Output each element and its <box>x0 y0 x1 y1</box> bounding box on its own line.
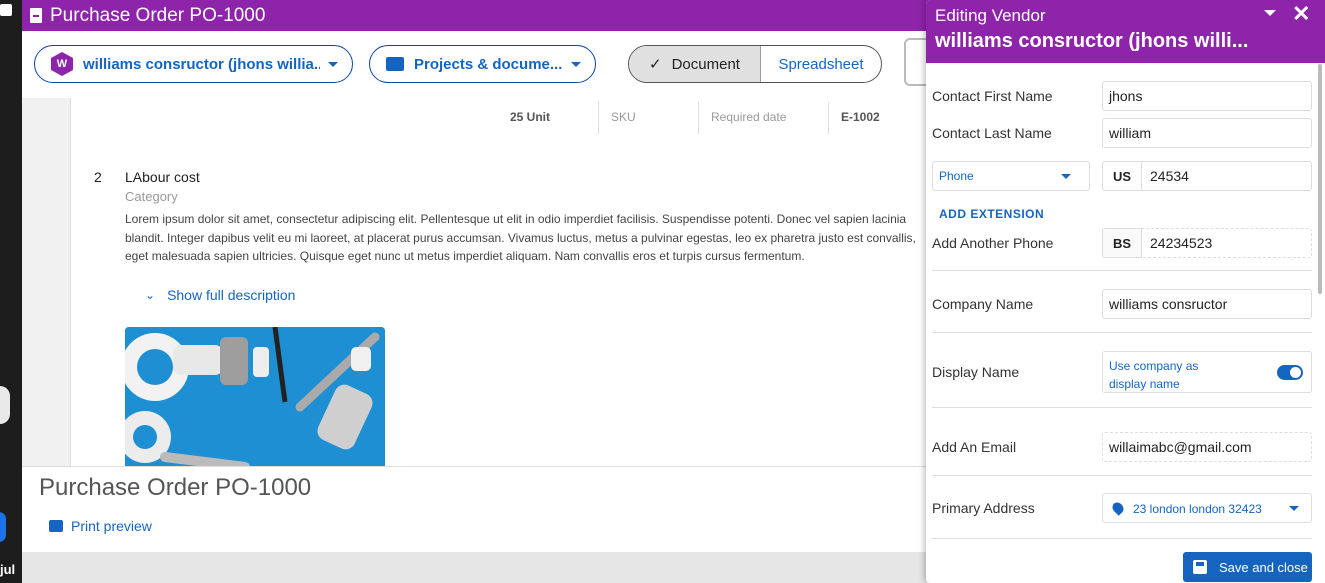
divider <box>932 475 1312 476</box>
line-description: Lorem ipsum dolor sit amet, consectetur … <box>125 212 916 263</box>
divider <box>932 332 1312 333</box>
line-qty: 25 Unit <box>510 110 551 124</box>
use-company-label: Use company as display name <box>1109 359 1199 391</box>
document-footer: Purchase Order PO-1000 Print preview <box>22 466 932 552</box>
taskbar-app-icon[interactable] <box>0 4 12 16</box>
line-code: E-1002 <box>841 110 880 124</box>
vendor-avatar-icon: W <box>51 52 73 76</box>
close-icon[interactable]: ✕ <box>1292 1 1310 27</box>
edit-vendor-panel: Editing Vendor williams consructor (jhon… <box>926 0 1325 583</box>
column-divider <box>828 102 829 134</box>
contact-last-name-input[interactable]: william <box>1102 118 1312 148</box>
line-category: Category <box>125 189 178 204</box>
contact-last-name-label: Contact Last Name <box>932 125 1052 141</box>
printer-icon <box>49 520 63 532</box>
primary-address-select[interactable]: 23 london london 32423 <box>1102 493 1312 523</box>
phone-type-label: Phone <box>939 169 974 183</box>
email-input[interactable]: willaimabc@gmail.com <box>1102 432 1312 462</box>
taskbar-label: jul <box>0 562 16 577</box>
vendor-select-label: williams consructor (jhons willia... <box>83 55 320 73</box>
chevron-down-icon <box>1289 506 1299 511</box>
contact-first-name-input[interactable]: jhons <box>1102 81 1312 111</box>
use-company-toggle[interactable]: Use company as display name <box>1102 351 1312 393</box>
check-icon: ✓ <box>649 56 662 73</box>
chevron-down-icon <box>571 61 581 67</box>
document-view-button[interactable]: ✓ Document <box>629 46 761 82</box>
save-icon <box>1193 560 1207 574</box>
taskbar-bubble[interactable] <box>0 386 10 424</box>
toolbar: W williams consructor (jhons willia... P… <box>22 31 944 98</box>
bottom-bar <box>22 552 932 583</box>
item-image <box>125 327 385 468</box>
line-name[interactable]: LAbour cost <box>125 169 200 185</box>
column-divider <box>698 102 699 134</box>
os-taskbar: jul <box>0 0 22 583</box>
contact-first-name-label: Contact First Name <box>932 88 1053 104</box>
divider <box>932 538 1312 539</box>
company-name-input[interactable]: williams consructor <box>1102 289 1312 319</box>
footer-title: Purchase Order PO-1000 <box>39 474 312 501</box>
app-root: jul Purchase Order PO-1000 W williams co… <box>0 0 1325 583</box>
projects-select-label: Projects & docume... <box>414 55 563 73</box>
panel-heading: Editing Vendor <box>935 6 1046 25</box>
phone-input[interactable]: 24534 <box>1141 161 1312 191</box>
another-phone-input[interactable]: 24234523 <box>1141 228 1312 258</box>
spreadsheet-view-button[interactable]: Spreadsheet <box>761 46 881 82</box>
another-phone-country-code[interactable]: BS <box>1102 228 1142 258</box>
chevron-down-icon: ⌄ <box>145 288 156 302</box>
page-title: Purchase Order PO-1000 <box>50 4 266 26</box>
add-extension-link[interactable]: ADD EXTENSION <box>939 207 1044 221</box>
toggle-switch[interactable] <box>1277 365 1303 380</box>
spreadsheet-view-label: Spreadsheet <box>778 55 864 73</box>
projects-select[interactable]: Projects & docume... <box>369 45 596 83</box>
vendor-select[interactable]: W williams consructor (jhons willia... <box>34 45 353 83</box>
panel-scrollbar[interactable] <box>1318 64 1322 294</box>
primary-address-value: 23 london london 32423 <box>1133 502 1262 516</box>
divider <box>932 407 1312 408</box>
chevron-down-icon <box>1061 174 1071 179</box>
save-and-close-button[interactable]: Save and close <box>1183 552 1312 582</box>
another-phone-label: Add Another Phone <box>932 235 1054 251</box>
company-name-label: Company Name <box>932 296 1034 312</box>
chevron-down-icon <box>328 61 338 67</box>
phone-country-code[interactable]: US <box>1102 161 1142 191</box>
document-paper: 25 Unit SKU Required date E-1002 2 LAbou… <box>70 98 932 468</box>
folder-icon <box>386 57 404 71</box>
panel-header: Editing Vendor williams consructor (jhon… <box>926 0 1325 63</box>
app-header: Purchase Order PO-1000 <box>22 0 932 31</box>
line-required-date: Required date <box>711 110 787 124</box>
print-preview-label: Print preview <box>71 518 152 534</box>
document-icon <box>30 8 42 23</box>
plumbing-tools-illustration <box>125 327 385 468</box>
save-and-close-label: Save and close <box>1219 559 1308 575</box>
document-area: 25 Unit SKU Required date E-1002 2 LAbou… <box>22 98 932 468</box>
document-view-label: Document <box>671 55 740 73</box>
primary-address-label: Primary Address <box>932 500 1035 516</box>
location-pin-icon <box>1110 500 1126 516</box>
show-full-description-label: Show full description <box>167 287 296 303</box>
display-name-label: Display Name <box>932 364 1020 380</box>
panel-vendor-name: williams consructor (jhons willi... <box>935 30 1249 52</box>
column-divider <box>598 102 599 134</box>
show-full-description-link[interactable]: ⌄ Show full description <box>145 287 295 303</box>
divider <box>932 270 1312 271</box>
line-sku: SKU <box>611 110 636 124</box>
line-number: 2 <box>94 169 102 185</box>
email-label: Add An Email <box>932 439 1017 455</box>
collapse-icon[interactable] <box>1264 10 1276 16</box>
print-preview-link[interactable]: Print preview <box>49 518 152 534</box>
view-toggle: ✓ Document Spreadsheet <box>628 45 882 83</box>
taskbar-avatar[interactable] <box>0 512 6 542</box>
phone-type-select[interactable]: Phone <box>932 161 1090 191</box>
